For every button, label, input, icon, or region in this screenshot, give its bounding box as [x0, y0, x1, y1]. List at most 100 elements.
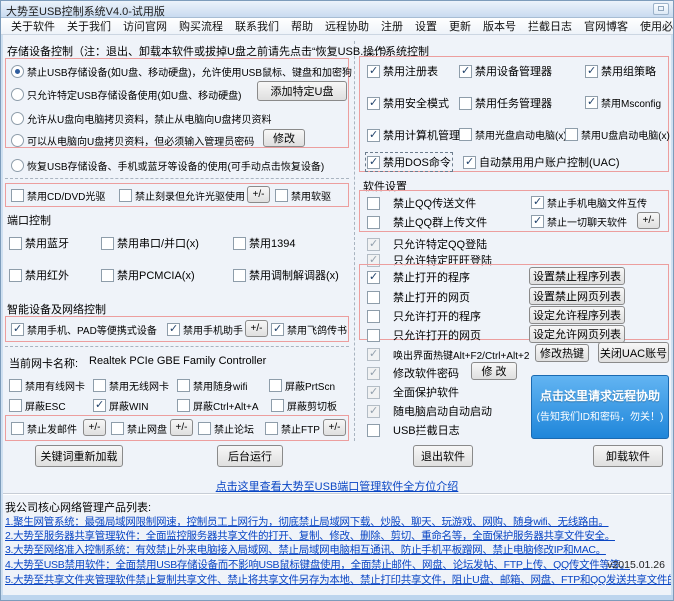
checkbox-block-all-chat[interactable]: 禁止一切聊天软件 [531, 214, 627, 229]
plus-minus-button[interactable]: +/- [247, 186, 270, 203]
close-uac-account-button[interactable]: 关闭UAC账号 [598, 342, 669, 363]
modify-password-button[interactable]: 修 改 [471, 362, 517, 380]
radio-allow-specific-usb[interactable]: 只允许特定USB存储设备使用(如U盘、移动硬盘) [11, 87, 241, 102]
checkbox-usb-block-log[interactable]: USB拦截日志 [367, 422, 460, 438]
plus-minus-button[interactable]: +/- [245, 320, 268, 337]
software-intro-link[interactable]: 点击这里查看大势至USB端口管理软件全方位介绍 [1, 478, 673, 494]
close-button[interactable] [653, 3, 669, 15]
product-link-network-access[interactable]: 3.大势至网络准入控制系统：有效禁止外来电脑接入局域网、禁止局域网电脑相互通讯、… [5, 542, 606, 557]
checkbox-block-clipboard[interactable]: 屏蔽剪切板 [271, 398, 337, 413]
checkbox-disable-wired-nic[interactable]: 禁用有线网卡 [9, 378, 85, 393]
checkbox-disable-cd-boot[interactable]: 禁用光盘启动电脑(x) [459, 127, 567, 142]
checkbox-allow-only-programs[interactable]: 只允许打开的程序 [367, 308, 481, 324]
menu-purchase[interactable]: 购买流程 [173, 18, 229, 34]
checkbox-block-qq-group-upload[interactable]: 禁止QQ群上传文件 [367, 214, 487, 230]
checkbox-block-webpages[interactable]: 禁止打开的网页 [367, 289, 470, 305]
menu-block-log[interactable]: 拦截日志 [522, 18, 578, 34]
modify-hotkey-button[interactable]: 修改热键 [535, 344, 589, 362]
product-link-jusheng[interactable]: 1.聚生网管系统：最强局域网限制网速，控制员工上网行为，彻底禁止局域网下载、炒股… [5, 514, 609, 529]
checkbox-box [463, 156, 476, 169]
checkbox-label: 只允许特定QQ登陆 [393, 236, 487, 252]
checkbox-allow-only-webpages[interactable]: 只允许打开的网页 [367, 327, 481, 343]
product-link-usb-disable[interactable]: 4.大势至USB禁用软件：全面禁用USB存储设备而不影响USB鼠标键盘使用，全面… [5, 557, 630, 572]
checkbox-disable-group-policy[interactable]: 禁用组策略 [585, 63, 656, 79]
checkbox-disable-wireless-nic[interactable]: 禁用无线网卡 [93, 378, 169, 393]
menu-about-software[interactable]: 关于软件 [5, 18, 61, 34]
checkbox-block-email[interactable]: 禁止发邮件 [11, 421, 77, 436]
uninstall-software-button[interactable]: 卸载软件 [593, 445, 663, 467]
exit-software-button[interactable]: 退出软件 [413, 445, 473, 467]
checkbox-disable-feige[interactable]: 禁用飞鸽传书 [271, 322, 347, 337]
menu-register[interactable]: 注册 [375, 18, 409, 34]
checkbox-hotkey[interactable]: 唤出界面热键Alt+F2/Ctrl+Alt+2 [367, 347, 529, 362]
checkbox-disable-cd-dvd[interactable]: 禁用CD/DVD光驱 [11, 188, 105, 203]
checkbox-disable-serial-parallel[interactable]: 禁用串口/并口(x) [101, 235, 199, 251]
menu-visit-site[interactable]: 访问官网 [117, 18, 173, 34]
plus-minus-button[interactable]: +/- [83, 419, 106, 436]
checkbox-block-ftp[interactable]: 禁止FTP [265, 421, 320, 436]
section-smart-device-title: 智能设备及网络控制 [7, 301, 106, 317]
menu-contact[interactable]: 联系我们 [229, 18, 285, 34]
checkbox-block-ctrl-alt-a[interactable]: 屏蔽Ctrl+Alt+A [177, 398, 259, 413]
menu-settings[interactable]: 设置 [409, 18, 443, 34]
checkbox-protect-software[interactable]: 全面保护软件 [367, 384, 459, 400]
checkbox-disable-device-manager[interactable]: 禁用设备管理器 [459, 63, 552, 79]
checkbox-disable-usb-boot[interactable]: 禁用U盘启动电脑(x) [565, 127, 670, 142]
checkbox-only-specific-qq[interactable]: 只允许特定QQ登陆 [367, 236, 487, 252]
checkbox-disable-safe-mode[interactable]: 禁用安全模式 [367, 95, 449, 111]
checkbox-modify-password[interactable]: 修改软件密码 [367, 365, 459, 381]
checkbox-block-programs[interactable]: 禁止打开的程序 [367, 269, 470, 285]
checkbox-block-forum[interactable]: 禁止论坛 [198, 421, 254, 436]
menu-help[interactable]: 帮助 [285, 18, 319, 34]
add-specific-usb-button[interactable]: 添加特定U盘 [257, 81, 347, 101]
checkbox-disable-phone-pad[interactable]: 禁用手机、PAD等便携式设备 [11, 322, 157, 337]
checkbox-disable-dos[interactable]: 禁用DOS命令 [367, 154, 451, 170]
radio-usb-to-pc-only[interactable]: 允许从U盘向电脑拷贝资料，禁止从电脑向U盘拷贝资料 [11, 111, 271, 126]
checkbox-disable-bluetooth[interactable]: 禁用蓝牙 [9, 235, 69, 251]
products-list-title: 我公司核心网络管理产品列表: [5, 499, 151, 515]
menu-remote-assist[interactable]: 远程协助 [319, 18, 375, 34]
checkbox-block-phone-pc-transfer[interactable]: 禁止手机电脑文件互传 [531, 195, 647, 210]
checkbox-block-prtscn[interactable]: 屏蔽PrtScn [269, 378, 335, 393]
checkbox-disable-computer-mgmt[interactable]: 禁用计算机管理 [367, 127, 460, 143]
plus-minus-button[interactable]: +/- [323, 419, 346, 436]
radio-restore-usb[interactable]: 恢复USB存储设备、手机或蓝牙等设备的使用(可手动点击恢复设备) [11, 158, 324, 173]
checkbox-block-qq-file[interactable]: 禁止QQ传送文件 [367, 195, 476, 211]
menu-blog[interactable]: 官网博客 [578, 18, 634, 34]
checkbox-disable-task-manager[interactable]: 禁用任务管理器 [459, 95, 552, 111]
checkbox-autostart[interactable]: 随电脑启动自动启动 [367, 403, 492, 419]
product-link-shared-folder[interactable]: 5.大势至共享文件夹管理软件禁止复制共享文件、禁止将共享文件另存为本地、禁止打印… [5, 572, 674, 587]
checkbox-block-win-key[interactable]: 屏蔽WIN [93, 398, 148, 413]
plus-minus-button[interactable]: +/- [637, 212, 660, 229]
product-link-share-manager[interactable]: 2.大势至服务器共享管理软件：全面监控服务器共享文件的打开、复制、修改、删除、剪… [5, 528, 615, 543]
menu-update[interactable]: 更新 [443, 18, 477, 34]
checkbox-disable-phone-assistant[interactable]: 禁用手机助手 [167, 322, 243, 337]
set-blocked-webpages-button[interactable]: 设置禁止网页列表 [529, 287, 625, 305]
run-in-background-button[interactable]: 后台运行 [217, 445, 283, 467]
checkbox-block-esc[interactable]: 屏蔽ESC [9, 398, 66, 413]
checkbox-disable-msconfig[interactable]: 禁用Msconfig [585, 95, 661, 110]
remote-assist-button[interactable]: 点击这里请求远程协助 (告知我们ID和密码，勿关！) [531, 375, 669, 439]
set-allowed-programs-button[interactable]: 设定允许程序列表 [529, 306, 625, 324]
checkbox-disable-infrared[interactable]: 禁用红外 [9, 267, 69, 283]
checkbox-box [367, 291, 380, 304]
checkbox-block-netdisk[interactable]: 禁止网盘 [111, 421, 167, 436]
checkbox-auto-disable-uac[interactable]: 自动禁用用户账户控制(UAC) [463, 154, 620, 170]
checkbox-disable-portable-wifi[interactable]: 禁用随身wifi [177, 378, 247, 393]
menu-version[interactable]: 版本号 [477, 18, 522, 34]
radio-pc-to-usb-password[interactable]: 可以从电脑向U盘拷贝资料，但必须输入管理员密码 [11, 133, 254, 148]
checkbox-disable-floppy[interactable]: 禁用软驱 [275, 188, 331, 203]
checkbox-block-burning[interactable]: 禁止刻录但允许光驱使用 [119, 188, 245, 203]
reload-keywords-button[interactable]: 关键词重新加载 [35, 445, 123, 467]
radio-disable-usb-storage[interactable]: 禁止USB存储设备(如U盘、移动硬盘)，允许使用USB鼠标、键盘和加密狗 [11, 64, 352, 79]
set-allowed-webpages-button[interactable]: 设定允许网页列表 [529, 325, 625, 343]
set-blocked-programs-button[interactable]: 设置禁止程序列表 [529, 267, 625, 285]
checkbox-disable-modem[interactable]: 禁用调制解调器(x) [233, 267, 339, 283]
plus-minus-button[interactable]: +/- [170, 419, 193, 436]
checkbox-disable-pcmcia[interactable]: 禁用PCMCIA(x) [101, 267, 195, 283]
modify-admin-password-button[interactable]: 修改 [263, 129, 305, 147]
menu-must-read[interactable]: 使用必读 [634, 18, 674, 34]
menu-about-us[interactable]: 关于我们 [61, 18, 117, 34]
checkbox-disable-regedit[interactable]: 禁用注册表 [367, 63, 438, 79]
checkbox-disable-1394[interactable]: 禁用1394 [233, 235, 295, 251]
